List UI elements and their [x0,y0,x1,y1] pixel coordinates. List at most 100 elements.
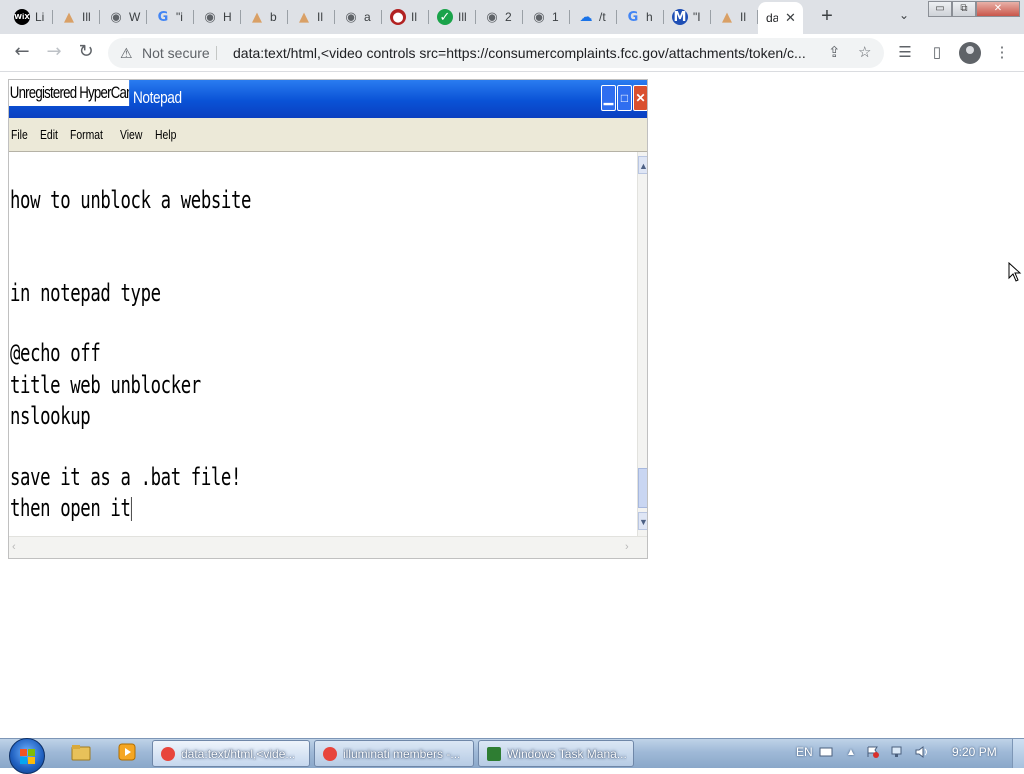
tab-label: /t [599,10,606,24]
browser-tab[interactable]: ▲ b [241,4,288,30]
notepad-menu-file: File [11,127,28,142]
new-tab-button[interactable]: + [815,5,839,29]
media-controls-icon[interactable]: ☰ [895,43,915,63]
notepad-menu-help: Help [155,127,177,142]
browser-tab[interactable]: WiX Li [6,4,53,30]
notepad-line: then open it [10,494,131,522]
globe-icon: ◉ [204,9,216,25]
notepad-line: nslookup [10,402,91,430]
globe-icon: ◉ [110,9,122,25]
security-label[interactable]: Not secure [142,45,210,61]
text-caret [131,497,132,521]
scroll-left-icon: ‹ [12,541,16,553]
browser-tab[interactable]: ◉ W [100,4,147,30]
side-panel-icon[interactable]: ▯ [927,43,947,63]
window-close-button[interactable]: ✕ [976,1,1020,17]
tab-label: H [223,10,232,24]
browser-tab[interactable]: ▲ Ill [53,4,100,30]
back-button[interactable]: ← [10,41,34,65]
tab-label: da [766,11,778,25]
pyramid-icon: ▲ [64,9,74,25]
pyramid-icon: ▲ [722,9,732,25]
browser-tab[interactable]: ▲ Il [288,4,335,30]
tab-label: 1 [552,10,559,24]
taskbar-button-chrome-data[interactable]: data:text/html,<vide... [152,740,310,767]
omnibox-divider [216,46,217,60]
warning-icon[interactable]: ⚠ [120,45,133,62]
globe-icon: ◉ [345,9,357,25]
hypercam-watermark: Unregistered HyperCam 2 [9,80,130,106]
bookmark-star-icon[interactable]: ☆ [858,43,871,61]
file-explorer-icon[interactable] [70,741,92,763]
tab-label: Il [317,10,323,24]
window-minimize-button[interactable]: ▭ [928,1,952,17]
notepad-menu-view: View [119,127,142,142]
keyboard-icon[interactable] [819,746,833,758]
url-text[interactable]: data:text/html,<video controls src=https… [233,45,823,61]
google-icon: G [627,9,639,25]
cloud-icon: ☁ [579,9,593,25]
volume-icon[interactable] [915,746,929,758]
chrome-icon [323,746,337,761]
browser-tab[interactable]: ● Il [382,4,429,30]
profile-avatar-icon[interactable] [959,42,981,64]
person-icon: ● [390,9,406,25]
notepad-menu-edit: Edit [39,127,58,142]
browser-tab[interactable]: ◉ 2 [476,4,523,30]
taskbar-button-chrome-illuminati[interactable]: illuminati members -... [314,740,474,767]
video-player[interactable]: Unregistered HyperCam 2 Notepad ▁ □ ✕ Fi… [8,79,648,559]
tab-label: h [646,10,653,24]
taskbar-button-task-manager[interactable]: Windows Task Mana... [478,740,634,767]
taskbar-button-label: Windows Task Mana... [507,746,627,761]
browser-tab[interactable]: ▲ Il [711,4,758,30]
tab-active[interactable]: da ✕ [758,2,803,34]
notepad-line: save it as a .bat file! [10,463,242,491]
malwarebytes-icon: M [672,9,688,25]
address-bar[interactable]: ⚠ Not secure data:text/html,<video contr… [108,38,884,68]
notepad-line: title web unblocker [10,371,201,399]
check-icon: ✓ [437,9,453,25]
notepad-line: @echo off [10,339,101,367]
browser-tab[interactable]: G "i [147,4,194,30]
tab-search-button[interactable]: ⌄ [895,8,913,26]
notepad-close-icon: ✕ [633,85,647,111]
browser-tab[interactable]: M "I [664,4,711,30]
browser-tab[interactable]: ◉ 1 [523,4,570,30]
google-icon: G [157,9,169,25]
tab-label: "I [693,10,701,24]
browser-tab[interactable]: ☁ /t [570,4,617,30]
taskbar-button-label: data:text/html,<vide... [181,746,296,761]
tab-label: 2 [505,10,512,24]
forward-button[interactable]: → [42,41,66,65]
start-button[interactable] [9,738,45,774]
globe-icon: ◉ [533,9,545,25]
show-desktop-button[interactable] [1012,739,1024,768]
show-hidden-icons-icon[interactable]: ▲ [846,747,856,758]
tab-label: Il [411,10,417,24]
language-indicator[interactable]: EN [796,745,813,759]
notepad-maximize-icon: □ [617,85,632,111]
clock[interactable]: 9:20 PM [952,745,997,759]
action-center-flag-icon[interactable] [866,746,880,758]
browser-tab[interactable]: ◉ H [194,4,241,30]
window-restore-button[interactable]: ⧉ [952,1,976,17]
notepad-minimize-icon: ▁ [601,85,616,111]
chrome-icon [161,746,175,761]
browser-tab[interactable]: ✓ Ill [429,4,476,30]
notepad-line: in notepad type [10,279,161,307]
browser-menu-icon[interactable]: ⋮ [992,43,1012,63]
browser-tab[interactable]: Gh [617,4,664,30]
notepad-title: Notepad [133,88,182,107]
browser-tab[interactable]: ◉ a [335,4,382,30]
taskbar-button-label: illuminati members -... [343,746,461,761]
pyramid-icon: ▲ [252,9,262,25]
tab-strip: WiX Li ▲ Ill ◉ W G "i ◉ H ▲ b ▲ Il ◉ a ● Il ✓ Ill ◉ 2 ◉ 1 ☁/t Gh M… [0,0,1024,34]
notepad-menu-format: Format [70,127,104,142]
network-icon[interactable] [891,746,905,758]
notepad-menu-bar: File Edit Format View Help [9,118,647,152]
close-tab-icon[interactable]: ✕ [785,10,796,26]
share-icon[interactable]: ⇪ [828,43,841,61]
notepad-title-bar: Unregistered HyperCam 2 Notepad ▁ □ ✕ [9,80,647,118]
media-player-icon[interactable] [116,741,138,763]
reload-button[interactable]: ↻ [74,41,98,65]
